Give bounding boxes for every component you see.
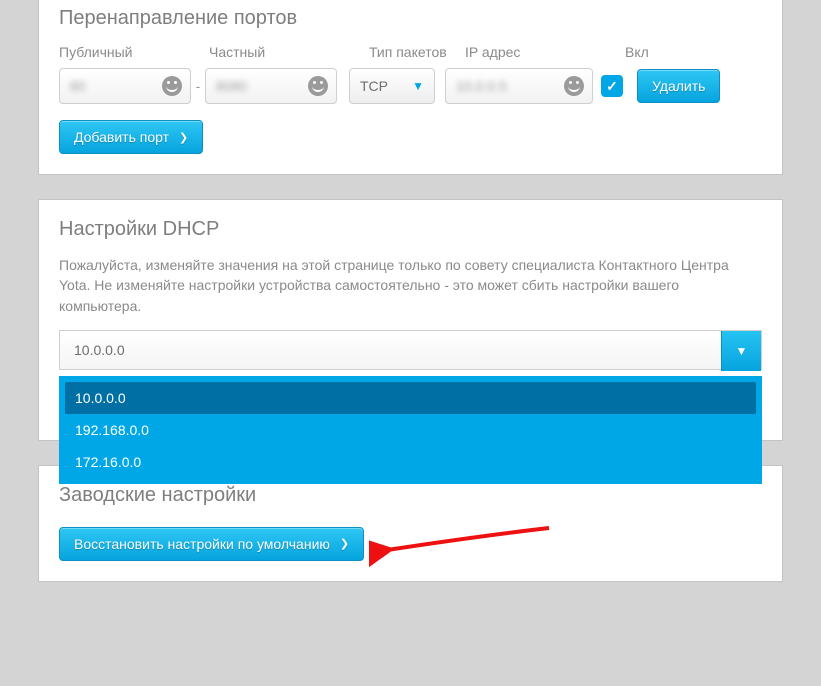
range-dash: -: [191, 78, 205, 94]
col-type: Тип пакетов: [369, 44, 465, 60]
dropdown-toggle[interactable]: ▼: [721, 331, 761, 371]
delete-label: Удалить: [652, 78, 705, 94]
dhcp-subnet-value: 10.0.0.0: [74, 342, 125, 358]
add-port-button[interactable]: Добавить порт ❯: [59, 120, 203, 154]
chevron-right-icon: ❯: [179, 131, 188, 144]
factory-title: Заводские настройки: [59, 484, 762, 507]
face-icon: [564, 76, 584, 96]
col-enabled: Вкл: [625, 44, 673, 60]
restore-defaults-label: Восстановить настройки по умолчанию: [74, 536, 330, 552]
public-port-value: 80: [70, 78, 162, 94]
protocol-select[interactable]: TCP ▼: [349, 68, 435, 104]
dhcp-subnet-selected[interactable]: 10.0.0.0 ▼: [59, 330, 762, 370]
protocol-value: TCP: [360, 78, 388, 94]
restore-defaults-button[interactable]: Восстановить настройки по умолчанию ❯: [59, 527, 364, 561]
check-icon: ✓: [606, 78, 618, 95]
col-ip: IP адрес: [465, 44, 625, 60]
delete-button[interactable]: Удалить: [637, 69, 720, 103]
face-icon: [308, 76, 328, 96]
chevron-down-icon: ▼: [736, 344, 748, 358]
chevron-down-icon: ▼: [412, 79, 424, 93]
ip-value: 10.0.0.5: [456, 78, 564, 94]
dhcp-panel: Настройки DHCP Пожалуйста, изменяйте зна…: [38, 199, 783, 441]
dhcp-help-text: Пожалуйста, изменяйте значения на этой с…: [59, 255, 762, 316]
dhcp-subnet-options: 10.0.0.0 192.168.0.0 172.16.0.0: [59, 376, 762, 484]
ip-input[interactable]: 10.0.0.5: [445, 68, 593, 104]
port-forwarding-row: 80 - 8080 TCP ▼ 10.0.0.5 ✓ Удалить: [59, 68, 762, 104]
subnet-option[interactable]: 172.16.0.0: [65, 446, 756, 478]
face-icon: [162, 76, 182, 96]
private-port-input[interactable]: 8080: [205, 68, 337, 104]
subnet-option[interactable]: 192.168.0.0: [65, 414, 756, 446]
port-forwarding-panel: Перенаправление портов Публичный Частный…: [38, 0, 783, 175]
dhcp-subnet-dropdown: 10.0.0.0 ▼ 10.0.0.0 192.168.0.0 172.16.0…: [59, 330, 762, 370]
port-forwarding-title: Перенаправление портов: [59, 7, 762, 30]
subnet-option[interactable]: 10.0.0.0: [65, 382, 756, 414]
add-port-label: Добавить порт: [74, 129, 169, 145]
col-public: Публичный: [59, 44, 209, 60]
port-forwarding-headers: Публичный Частный Тип пакетов IP адрес В…: [59, 44, 762, 60]
private-port-value: 8080: [216, 78, 308, 94]
annotation-arrow: [369, 518, 559, 568]
col-private: Частный: [209, 44, 369, 60]
enabled-checkbox[interactable]: ✓: [601, 75, 623, 97]
public-port-input[interactable]: 80: [59, 68, 191, 104]
dhcp-title: Настройки DHCP: [59, 218, 762, 241]
chevron-right-icon: ❯: [340, 537, 349, 550]
